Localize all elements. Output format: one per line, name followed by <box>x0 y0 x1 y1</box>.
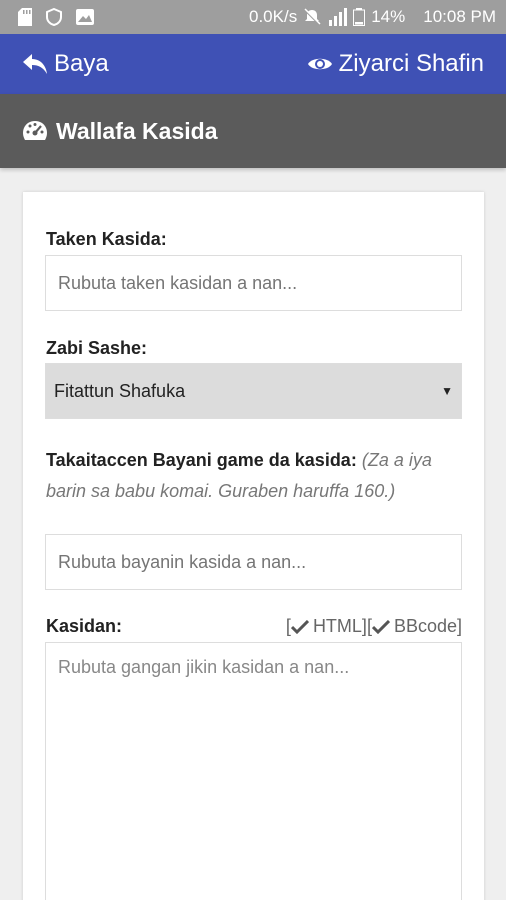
shield-icon <box>46 8 62 26</box>
section-title: Wallafa Kasida <box>56 117 218 144</box>
html-toggle[interactable]: HTML] <box>290 616 367 637</box>
preview-button[interactable]: Ziyarci Shafin <box>307 50 484 78</box>
mute-bell-icon <box>303 8 321 26</box>
battery-icon <box>353 8 366 26</box>
app-bar: Baya Ziyarci Shafin <box>0 34 506 94</box>
check-icon <box>290 619 309 634</box>
reply-arrow-icon <box>22 53 48 75</box>
section-select[interactable]: Fitattun Shafuka ▼ <box>45 363 462 419</box>
section-select-value: Fitattun Shafuka <box>54 380 186 401</box>
dropdown-arrow-icon: ▼ <box>441 384 453 398</box>
article-form-card: Taken Kasida: Zabi Sashe: Fitattun Shafu… <box>23 192 484 900</box>
status-bar: 0.0K/s 14% 10:08 PM <box>0 0 506 34</box>
section-header: Wallafa Kasida <box>0 94 506 168</box>
image-icon <box>76 9 94 25</box>
content-label: Kasidan: <box>46 616 123 636</box>
signal-icon <box>327 8 348 26</box>
bbcode-toggle[interactable]: BBcode] <box>371 616 462 637</box>
sd-card-icon <box>18 8 32 26</box>
bbcode-label: BBcode] <box>393 616 462 636</box>
dashboard-gauge-icon <box>22 120 48 142</box>
title-label: Taken Kasida: <box>46 229 167 249</box>
eye-icon <box>307 55 333 73</box>
check-icon <box>371 619 390 634</box>
section-label: Zabi Sashe: <box>46 338 148 358</box>
html-label: HTML] <box>312 616 367 636</box>
summary-input[interactable] <box>45 534 462 590</box>
clock: 10:08 PM <box>423 7 496 26</box>
preview-label: Ziyarci Shafin <box>338 50 484 77</box>
content-textarea[interactable]: Rubuta gangan jikin kasidan a nan... <box>45 642 462 900</box>
title-input[interactable] <box>45 255 462 311</box>
format-toggles: [ HTML] [ BBcode] <box>286 616 462 637</box>
back-label: Baya <box>54 50 109 77</box>
content-placeholder: Rubuta gangan jikin kasidan a nan... <box>58 657 350 677</box>
back-button[interactable]: Baya <box>22 50 109 78</box>
summary-label: Takaitaccen Bayani game da kasida: <box>46 450 357 470</box>
battery-level: 14% <box>371 7 406 26</box>
summary-label-block: Takaitaccen Bayani game da kasida: (Za a… <box>46 445 456 507</box>
network-speed: 0.0K/s <box>249 7 298 26</box>
